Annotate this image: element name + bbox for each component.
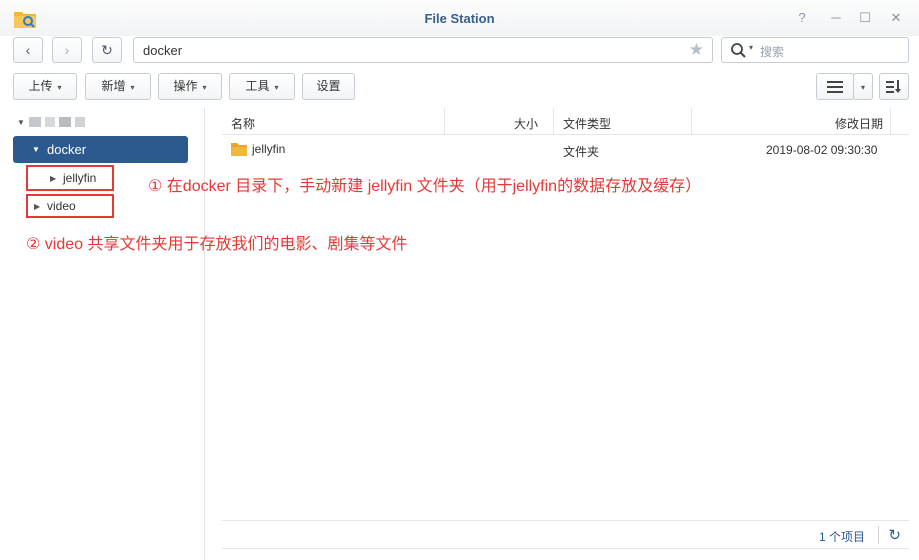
column-header-type[interactable]: 文件类型 [563, 115, 611, 132]
create-label: 新增 [101, 79, 126, 93]
upload-label: 上传 [28, 79, 53, 93]
tools-caret-icon: ▾ [274, 83, 279, 92]
item-count: 1 个项目 [818, 530, 865, 544]
annotation-note-2: ② video 共享文件夹用于存放我们的电影、剧集等文件 [26, 236, 408, 253]
highlight-box-video [26, 194, 114, 218]
list-view-icon [827, 81, 843, 93]
horizontal-scrollbar[interactable] [222, 548, 909, 560]
settings-button[interactable]: 设置 [302, 73, 355, 100]
redacted-server-name [29, 117, 41, 127]
status-footer: 1 个项目 ↻ [222, 520, 909, 548]
path-text: docker [143, 43, 183, 58]
window-title: File Station [424, 11, 495, 26]
folder-icon [231, 143, 247, 156]
column-divider[interactable] [691, 108, 692, 135]
root-expand-caret-icon[interactable]: ▼ [17, 118, 25, 127]
view-mode-button[interactable] [816, 73, 854, 100]
maximize-button[interactable]: ☐ [855, 8, 875, 28]
search-icon [731, 43, 746, 58]
upload-caret-icon: ▾ [57, 83, 62, 92]
view-mode-dropdown[interactable]: ▾ [853, 73, 873, 100]
file-name: jellyfin [252, 142, 286, 156]
annotation-note-1: ① 在docker 目录下，手动新建 jellyfin 文件夹（用于jellyf… [148, 178, 702, 195]
docker-expand-caret-icon[interactable]: ▼ [32, 145, 40, 154]
highlight-box-jellyfin [26, 165, 114, 191]
action-caret-icon: ▾ [202, 83, 207, 92]
file-modified: 2019-08-02 09:30:30 [766, 143, 878, 157]
refresh-button[interactable]: ↻ [92, 37, 122, 63]
action-label: 操作 [173, 79, 198, 93]
redacted-server-name [75, 117, 85, 127]
sort-icon [886, 80, 901, 93]
help-button[interactable]: ? [792, 8, 812, 28]
tools-label: 工具 [245, 79, 270, 93]
back-button[interactable]: ‹ [13, 37, 43, 63]
tools-button[interactable]: 工具 ▾ [229, 73, 295, 100]
file-type: 文件夹 [563, 145, 600, 159]
table-row[interactable]: jellyfin 文件夹 2019-08-02 09:30:30 [222, 136, 909, 163]
tree-item-docker[interactable]: ▼ docker [13, 136, 188, 163]
create-caret-icon: ▾ [130, 83, 135, 92]
title-bar: File Station ? ─ ☐ ✕ [0, 0, 919, 36]
search-options-caret-icon[interactable]: ▾ [749, 43, 753, 52]
footer-refresh-icon[interactable]: ↻ [888, 526, 901, 544]
path-bar[interactable]: docker ★ [133, 37, 713, 63]
column-header-modified[interactable]: 修改日期 [835, 115, 883, 132]
view-mode-caret-icon: ▾ [860, 83, 865, 92]
column-header-size[interactable]: 大小 [514, 115, 538, 132]
file-list-header: 名称 大小 文件类型 修改日期 [222, 108, 909, 135]
column-divider[interactable] [553, 108, 554, 135]
upload-button[interactable]: 上传 ▾ [13, 73, 77, 100]
sort-button[interactable] [879, 73, 909, 100]
redacted-server-name [45, 117, 55, 127]
close-button[interactable]: ✕ [886, 8, 906, 28]
redacted-server-name [59, 117, 71, 127]
column-header-name[interactable]: 名称 [231, 115, 255, 132]
favorite-star-icon[interactable]: ★ [689, 40, 704, 60]
minimize-button[interactable]: ─ [826, 8, 846, 28]
search-input[interactable]: ▾ 搜索 [721, 37, 909, 63]
column-divider[interactable] [890, 108, 891, 135]
action-button[interactable]: 操作 ▾ [158, 73, 222, 100]
tree-item-docker-label: docker [47, 142, 87, 157]
search-placeholder: 搜索 [760, 45, 785, 59]
forward-button[interactable]: › [52, 37, 82, 63]
column-divider[interactable] [444, 108, 445, 135]
footer-divider [878, 526, 879, 544]
create-button[interactable]: 新增 ▾ [85, 73, 151, 100]
